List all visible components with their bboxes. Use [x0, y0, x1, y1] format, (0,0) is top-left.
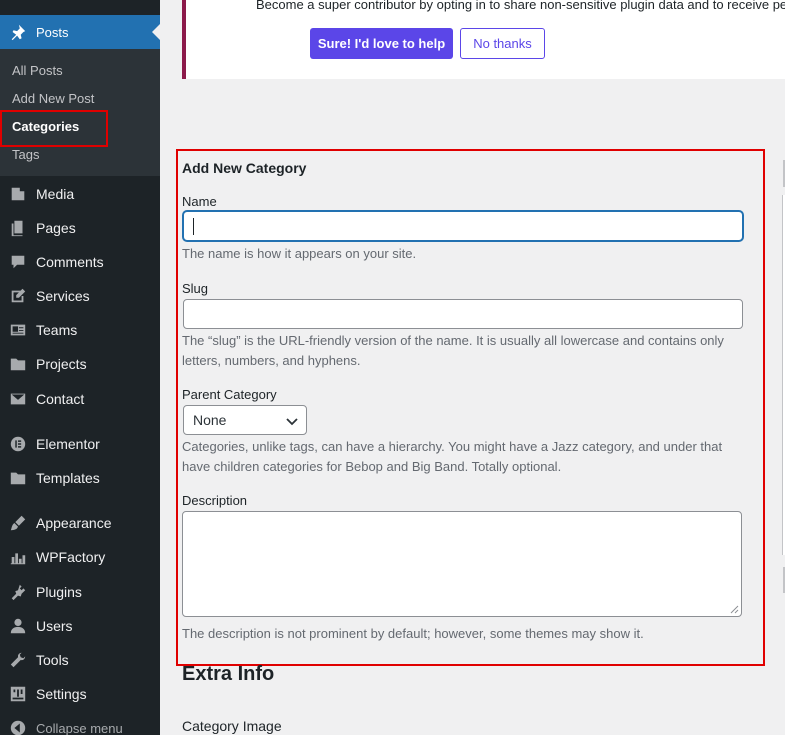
- admin-sidebar: Posts All Posts Add New Post Categories …: [0, 0, 160, 735]
- pushpin-icon: [8, 22, 28, 42]
- sidebar-item-label: WPFactory: [36, 549, 106, 565]
- submenu-all-posts[interactable]: All Posts: [12, 63, 63, 78]
- chart-icon: [8, 547, 28, 567]
- opt-in-accept-button[interactable]: Sure! I'd love to help: [310, 28, 453, 59]
- parent-category-value: None: [193, 412, 227, 428]
- sidebar-item-label: Teams: [36, 322, 78, 338]
- sidebar-item-label: Pages: [36, 220, 76, 236]
- teams-icon: [8, 320, 28, 340]
- user-icon: [8, 616, 28, 636]
- sidebar-item-label: Settings: [36, 686, 87, 702]
- sidebar-item-plugins[interactable]: Plugins: [0, 575, 160, 609]
- sidebar-item-templates[interactable]: Templates: [0, 461, 160, 495]
- plug-icon: [8, 582, 28, 602]
- folder-icon: [8, 468, 28, 488]
- sidebar-item-label: Contact: [36, 391, 85, 407]
- submenu-tags[interactable]: Tags: [12, 147, 39, 162]
- name-label: Name: [182, 194, 217, 209]
- sidebar-item-label: Posts: [36, 24, 69, 40]
- sidebar-item-label: Appearance: [36, 515, 112, 531]
- projects-icon: [8, 354, 28, 374]
- notice-text: Become a super contributor by opting in …: [256, 0, 785, 12]
- sidebar-item-settings[interactable]: Settings: [0, 677, 160, 711]
- sidebar-item-services[interactable]: Services: [0, 279, 160, 313]
- sidebar-item-label: Services: [36, 288, 90, 304]
- elementor-icon: [8, 434, 28, 454]
- notice-body: Become a super contributor by opting in …: [236, 0, 785, 79]
- parent-category-label: Parent Category: [182, 387, 277, 402]
- sidebar-item-label: Elementor: [36, 436, 100, 452]
- sidebar-item-label: Comments: [36, 254, 104, 270]
- extra-info-title: Extra Info: [182, 663, 275, 685]
- paintbrush-icon: [8, 513, 28, 533]
- name-input[interactable]: [183, 211, 743, 241]
- sidebar-item-users[interactable]: Users: [0, 609, 160, 643]
- chevron-down-icon: [286, 418, 298, 426]
- current-menu-arrow: [152, 24, 160, 40]
- sidebar-item-label: Tools: [36, 652, 69, 668]
- sidebar-item-appearance[interactable]: Appearance: [0, 506, 160, 540]
- collapse-menu-label: Collapse menu: [36, 720, 123, 735]
- description-help-text: The description is not prominent by defa…: [182, 626, 644, 641]
- text-caret: [193, 218, 194, 235]
- sidebar-item-label: Media: [36, 186, 75, 202]
- sidebar-item-teams[interactable]: Teams: [0, 313, 160, 347]
- sidebar-item-label: Plugins: [36, 584, 82, 600]
- collapse-arrow-icon: [8, 718, 28, 735]
- sidebar-item-label: Projects: [36, 356, 87, 372]
- services-icon: [8, 286, 28, 306]
- media-icon: [8, 184, 28, 204]
- sidebar-item-posts[interactable]: Posts: [0, 15, 160, 49]
- name-help-text: The name is how it appears on your site.: [182, 246, 417, 261]
- sliders-icon: [8, 684, 28, 704]
- category-image-label: Category Image: [182, 718, 282, 734]
- submenu-add-new-post[interactable]: Add New Post: [12, 91, 94, 106]
- sidebar-item-projects[interactable]: Projects: [0, 347, 160, 381]
- sidebar-item-elementor[interactable]: Elementor: [0, 427, 160, 461]
- sidebar-item-tools[interactable]: Tools: [0, 643, 160, 677]
- form-title: Add New Category: [182, 160, 307, 176]
- sidebar-item-media[interactable]: Media: [0, 177, 160, 211]
- sidebar-item-pages[interactable]: Pages: [0, 211, 160, 245]
- parent-category-select[interactable]: None: [183, 405, 307, 435]
- parent-category-help-text: Categories, unlike tags, can have a hier…: [182, 439, 723, 474]
- opt-in-decline-button[interactable]: No thanks: [460, 28, 545, 59]
- description-textarea[interactable]: [182, 511, 742, 617]
- wrench-icon: [8, 650, 28, 670]
- envelope-icon: [8, 389, 28, 409]
- sidebar-item-comments[interactable]: Comments: [0, 245, 160, 279]
- comments-icon: [8, 252, 28, 272]
- slug-input[interactable]: [183, 299, 743, 329]
- sidebar-item-label: Templates: [36, 470, 100, 486]
- sidebar-item-label: Users: [36, 618, 73, 634]
- collapse-menu-button[interactable]: Collapse menu: [0, 711, 160, 735]
- sidebar-item-wpfactory[interactable]: WPFactory: [0, 540, 160, 574]
- pages-icon: [8, 218, 28, 238]
- slug-label: Slug: [182, 281, 209, 296]
- sidebar-item-contact[interactable]: Contact: [0, 382, 160, 416]
- slug-help-text: The “slug” is the URL-friendly version o…: [182, 333, 724, 368]
- opt-in-notice: Become a super contributor by opting in …: [182, 0, 785, 79]
- categories-highlight-box: [0, 110, 108, 147]
- description-label: Description: [182, 493, 248, 508]
- resize-grip-icon[interactable]: [730, 605, 739, 614]
